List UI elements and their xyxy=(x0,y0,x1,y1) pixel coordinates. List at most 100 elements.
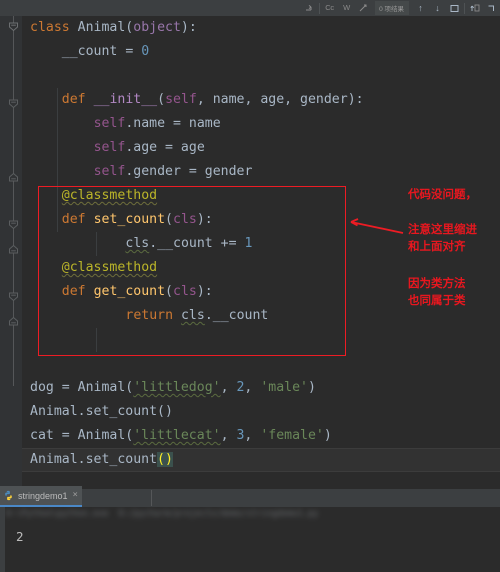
code-token: = xyxy=(117,44,142,59)
open-in-find-window-icon[interactable] xyxy=(466,1,483,16)
code-token: ( xyxy=(165,212,173,227)
code-token: Animal xyxy=(77,380,126,395)
code-token: ): xyxy=(347,92,364,107)
code-line[interactable]: def set_count(cls): xyxy=(30,208,213,232)
code-token: 'male' xyxy=(260,380,308,395)
result-count-badge: 0 项结果 xyxy=(375,1,409,15)
code-line[interactable]: __count = 0 xyxy=(30,40,149,64)
code-line[interactable]: def __init__(self, name, age, gender): xyxy=(30,88,364,112)
annotation-note-2: 注意这里缩进 和上面对齐 xyxy=(408,222,477,253)
annotation-note-3: 因为类方法 也同属于类 xyxy=(408,276,466,307)
code-line[interactable]: Animal.set_count() xyxy=(30,448,173,472)
code-token: ( xyxy=(165,284,173,299)
match-case-button[interactable]: Cc xyxy=(321,1,338,16)
code-line[interactable]: Animal.set_count() xyxy=(30,400,173,424)
fold-collapse-icon-setcount[interactable] xyxy=(8,219,19,230)
code-token: ): xyxy=(180,20,197,35)
code-token: set_count xyxy=(93,212,166,227)
code-line[interactable]: def get_count(cls): xyxy=(30,280,213,304)
find-next-icon[interactable]: ↓ xyxy=(429,1,446,16)
console-output-area[interactable]: D:\Python\python.exe D:/pycharm/projects… xyxy=(0,507,500,572)
regex-icon[interactable] xyxy=(301,1,318,16)
code-token: , xyxy=(244,380,261,395)
code-token: Animal.set_count xyxy=(30,452,158,467)
code-token: Animal xyxy=(77,20,126,35)
code-line[interactable]: cls.__count += 1 xyxy=(30,232,252,256)
find-toolbar: Cc W 0 项结果 ↑ ↓ xyxy=(0,0,500,16)
select-all-occurrences-icon[interactable] xyxy=(446,1,463,16)
code-token: , xyxy=(244,428,261,443)
code-token: @classmethod xyxy=(61,260,158,275)
code-token: .age = age xyxy=(125,140,205,155)
console-output-value: 2 xyxy=(16,529,24,544)
code-token: __init__ xyxy=(93,92,158,107)
code-line[interactable]: class Animal(object): xyxy=(30,16,197,40)
code-token: 'littlecat' xyxy=(133,428,221,443)
code-token: def xyxy=(61,212,86,227)
code-token: 'littledog' xyxy=(133,380,221,395)
code-token: Animal xyxy=(77,428,126,443)
code-token: 0 xyxy=(141,44,150,59)
code-token: cls xyxy=(173,284,197,299)
editor-gutter[interactable] xyxy=(0,16,22,489)
close-find-icon[interactable] xyxy=(483,1,500,16)
fold-collapse-icon-getcount[interactable] xyxy=(8,291,19,302)
code-token: Animal.set_count() xyxy=(30,404,173,419)
run-tab-stringdemo1[interactable]: stringdemo1 × xyxy=(0,486,82,507)
code-token: self xyxy=(93,116,126,131)
code-line[interactable]: return cls.__count xyxy=(30,304,268,328)
code-token: def xyxy=(61,284,86,299)
python-file-icon xyxy=(5,490,12,501)
run-tab-label: stringdemo1 xyxy=(18,490,68,501)
tabbar-divider xyxy=(151,490,152,506)
fold-expand-icon-getcount-end[interactable] xyxy=(8,316,19,327)
code-token: object xyxy=(133,20,181,35)
code-token: () xyxy=(157,452,173,467)
code-line[interactable]: self.name = name xyxy=(30,112,221,136)
code-token: @classmethod xyxy=(61,188,158,203)
code-line[interactable]: dog = Animal('littledog', 2, 'male') xyxy=(30,376,316,400)
code-token: return xyxy=(125,308,174,323)
annotation-arrow xyxy=(350,218,404,234)
pycharm-window: Cc W 0 项结果 ↑ ↓ class Animal(object): __c… xyxy=(0,0,500,572)
run-tabbar: stringdemo1 × xyxy=(0,486,500,507)
fold-expand-icon-init-end[interactable] xyxy=(8,172,19,183)
code-token: self xyxy=(93,164,126,179)
code-token: 1 xyxy=(244,236,253,251)
code-token: ) xyxy=(307,380,316,395)
annotation-note-1: 代码没问题， xyxy=(408,187,477,201)
code-token: .__count xyxy=(204,308,269,323)
code-token: self xyxy=(93,140,126,155)
code-line[interactable]: self.age = age xyxy=(30,136,205,160)
code-token: __count xyxy=(61,44,118,59)
code-token: cls xyxy=(180,308,205,323)
code-token: cls xyxy=(125,236,150,251)
find-nav-group: ↑ ↓ xyxy=(412,0,500,16)
code-token: ): xyxy=(196,284,213,299)
fold-collapse-icon-class[interactable] xyxy=(8,21,19,32)
fold-collapse-icon-init[interactable] xyxy=(8,98,19,109)
code-token: , name, age, gender xyxy=(196,92,348,107)
code-token: ( xyxy=(157,92,166,107)
find-previous-icon[interactable]: ↑ xyxy=(412,1,429,16)
code-token: def xyxy=(61,92,86,107)
code-line[interactable]: self.gender = gender xyxy=(30,160,253,184)
code-line[interactable]: @classmethod xyxy=(30,184,157,208)
close-icon[interactable]: × xyxy=(73,491,78,500)
run-console-panel: stringdemo1 × D:\Python\python.exe D:/py… xyxy=(0,486,500,572)
filter-icon[interactable] xyxy=(355,1,372,16)
code-token: .__count += xyxy=(149,236,245,251)
whole-words-button[interactable]: W xyxy=(338,1,355,16)
code-line[interactable]: @classmethod xyxy=(30,256,157,280)
code-token: self xyxy=(165,92,197,107)
console-command-line: D:\Python\python.exe D:/pycharm/projects… xyxy=(6,509,319,519)
code-token: dog = xyxy=(30,380,78,395)
fold-region-line xyxy=(13,16,14,386)
fold-expand-icon-setcount-end[interactable] xyxy=(8,244,19,255)
code-token: class xyxy=(30,20,70,35)
code-line[interactable]: cat = Animal('littlecat', 3, 'female') xyxy=(30,424,332,448)
